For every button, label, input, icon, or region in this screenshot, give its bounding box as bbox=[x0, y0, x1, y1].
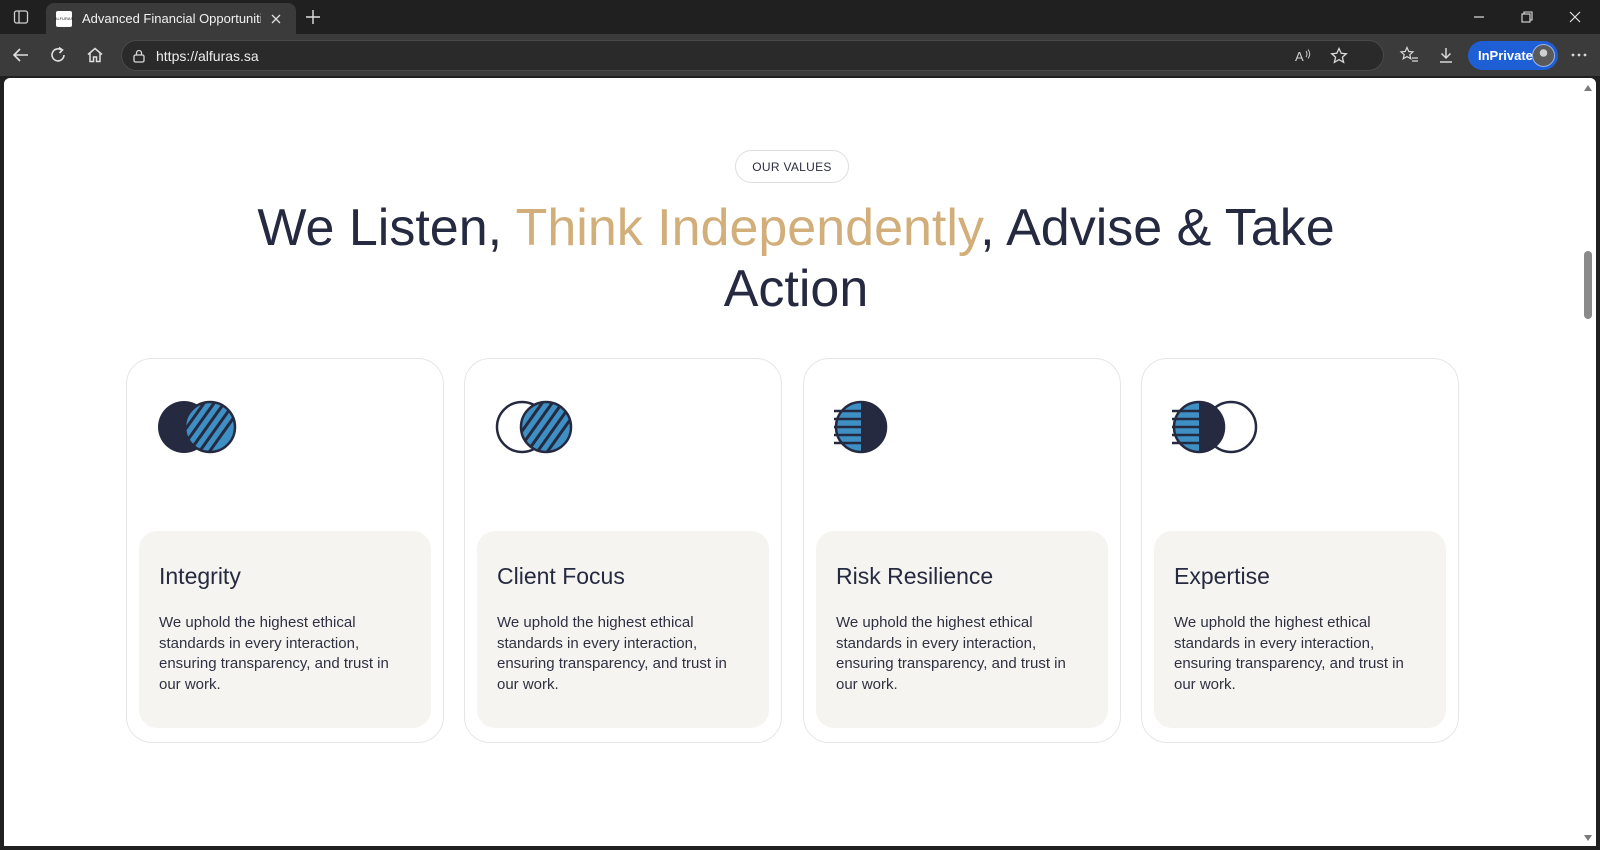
heading-text-part1: We Listen, bbox=[257, 199, 516, 257]
downloads-icon[interactable] bbox=[1431, 41, 1461, 69]
new-tab-icon[interactable] bbox=[300, 5, 326, 29]
favorite-star-icon[interactable] bbox=[1328, 46, 1350, 66]
value-card-expertise: Expertise We uphold the highest ethical … bbox=[1141, 358, 1459, 743]
inprivate-button[interactable]: InPrivate bbox=[1468, 41, 1558, 70]
favicon-text: ALFURAS bbox=[54, 15, 74, 21]
tab-actions-icon[interactable] bbox=[8, 6, 34, 28]
favorites-icon[interactable] bbox=[1394, 41, 1424, 69]
card-description: We uphold the highest ethical standards … bbox=[497, 614, 727, 693]
half-striped-circle-icon bbox=[834, 399, 924, 455]
home-icon[interactable] bbox=[80, 41, 110, 69]
card-title: Expertise bbox=[1174, 563, 1270, 589]
browser-toolbar: https://alfuras.sa A InPrivate bbox=[0, 34, 1600, 76]
close-tab-icon[interactable] bbox=[267, 9, 286, 29]
scroll-down-arrow-icon[interactable] bbox=[1583, 834, 1593, 842]
heading-accent-text: Think Independently bbox=[515, 199, 981, 257]
refresh-icon[interactable] bbox=[43, 41, 73, 69]
page-viewport: OUR VALUES We Listen, Think Independentl… bbox=[4, 78, 1596, 846]
card-description: We uphold the highest ethical standards … bbox=[836, 614, 1066, 693]
section-heading: We Listen, Think Independently, Advise &… bbox=[244, 198, 1348, 320]
half-striped-circle-with-outline-circle-icon bbox=[1172, 399, 1262, 455]
address-bar[interactable]: https://alfuras.sa A bbox=[121, 40, 1384, 71]
avatar bbox=[1532, 44, 1555, 67]
read-aloud-icon[interactable]: A bbox=[1292, 46, 1314, 66]
card-title: Client Focus bbox=[497, 563, 625, 589]
card-title: Integrity bbox=[159, 563, 241, 589]
browser-tab[interactable]: ALFURAS Advanced Financial Opportunities bbox=[46, 3, 296, 34]
section-badge: OUR VALUES bbox=[735, 150, 849, 183]
scrollbar-thumb[interactable] bbox=[1584, 251, 1592, 319]
value-card-integrity: Integrity We uphold the highest ethical … bbox=[126, 358, 444, 743]
card-body: Integrity We uphold the highest ethical … bbox=[139, 531, 431, 728]
card-body: Client Focus We uphold the highest ethic… bbox=[477, 531, 769, 728]
card-body: Expertise We uphold the highest ethical … bbox=[1154, 531, 1446, 728]
overlapping-circles-diagonal-stripes-icon bbox=[157, 399, 247, 455]
svg-text:A: A bbox=[1295, 49, 1304, 64]
minimize-icon[interactable] bbox=[1456, 0, 1502, 34]
outline-circle-with-striped-circle-icon bbox=[495, 399, 585, 455]
vertical-scrollbar[interactable] bbox=[1580, 78, 1596, 846]
scroll-up-arrow-icon[interactable] bbox=[1583, 84, 1593, 92]
value-card-client-focus: Client Focus We uphold the highest ethic… bbox=[464, 358, 782, 743]
tab-title: Advanced Financial Opportunities bbox=[82, 11, 261, 26]
restore-icon[interactable] bbox=[1504, 0, 1550, 34]
back-arrow-icon[interactable] bbox=[6, 41, 36, 69]
value-card-risk-resilience: Risk Resilience We uphold the highest et… bbox=[803, 358, 1121, 743]
more-options-icon[interactable] bbox=[1564, 41, 1594, 69]
card-description: We uphold the highest ethical standards … bbox=[1174, 614, 1404, 693]
card-title: Risk Resilience bbox=[836, 563, 994, 589]
lock-icon[interactable] bbox=[130, 47, 148, 65]
title-bar: ALFURAS Advanced Financial Opportunities bbox=[0, 0, 1600, 34]
url-text[interactable]: https://alfuras.sa bbox=[156, 48, 259, 64]
card-body: Risk Resilience We uphold the highest et… bbox=[816, 531, 1108, 728]
close-window-icon[interactable] bbox=[1552, 0, 1598, 34]
card-description: We uphold the highest ethical standards … bbox=[159, 614, 389, 693]
favicon-icon: ALFURAS bbox=[54, 10, 74, 27]
inprivate-label: InPrivate bbox=[1478, 48, 1533, 63]
